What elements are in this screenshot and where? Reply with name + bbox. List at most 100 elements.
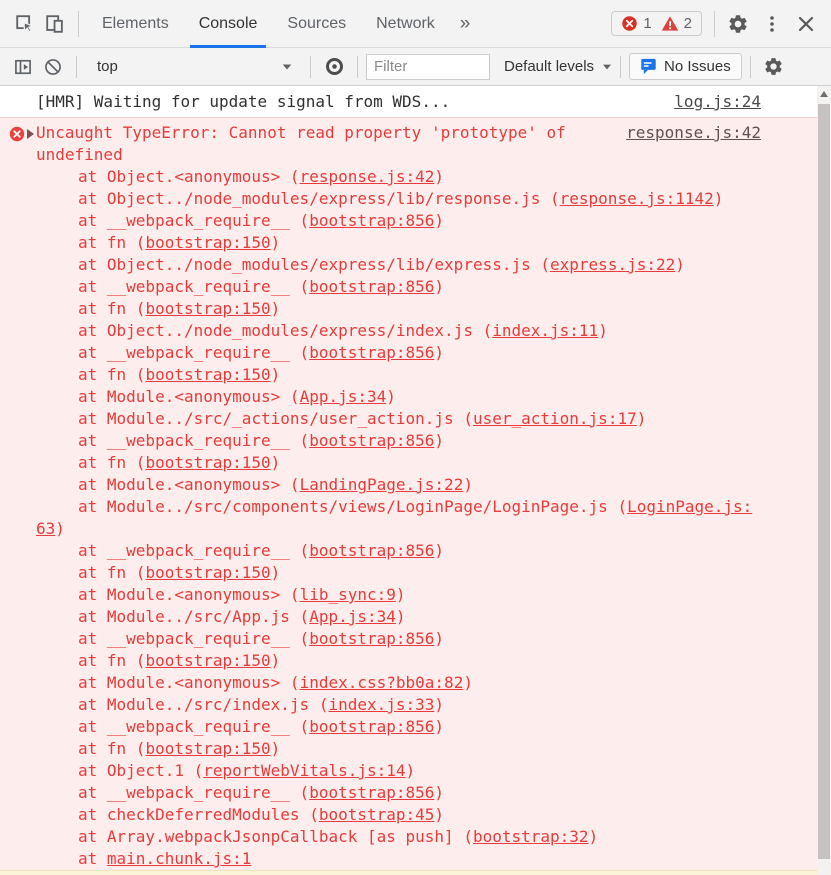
error-warning-badges[interactable]: 1 2 <box>611 11 702 36</box>
stack-frame-text: ) <box>270 453 281 472</box>
stack-source-link[interactable]: bootstrap:32 <box>473 827 589 846</box>
tab-network[interactable]: Network <box>361 0 450 48</box>
stack-source-link[interactable]: bootstrap:150 <box>145 651 270 670</box>
tab-sources[interactable]: Sources <box>272 0 361 48</box>
stack-frame-text: ) <box>270 739 281 758</box>
stack-source-link[interactable]: bootstrap:856 <box>309 277 434 296</box>
stack-frame: at Module.<anonymous> (LandingPage.js:22… <box>36 474 761 496</box>
stack-frame: at Module../src/components/views/LoginPa… <box>36 496 761 518</box>
stack-source-link[interactable]: 63 <box>36 519 55 538</box>
stack-frame-text: ) <box>434 805 445 824</box>
scrollbar-thumb[interactable] <box>818 104 830 859</box>
inspect-element-icon[interactable] <box>10 9 40 39</box>
stack-source-link[interactable]: bootstrap:856 <box>309 431 434 450</box>
log-levels-dropdown[interactable]: Default levels <box>504 58 612 75</box>
stack-frame-text: ) <box>270 365 281 384</box>
stack-source-link[interactable]: bootstrap:856 <box>309 717 434 736</box>
devtools-window: Elements Console Sources Network » 1 2 t… <box>0 0 831 875</box>
stack-frame: at Object../node_modules/express/lib/exp… <box>36 254 761 276</box>
stack-frame-text: ) <box>713 189 724 208</box>
stack-frame: at fn (bootstrap:150) <box>36 364 761 386</box>
stack-source-link[interactable]: bootstrap:150 <box>145 299 270 318</box>
stack-source-link[interactable]: bootstrap:856 <box>309 783 434 802</box>
stack-frame: at __webpack_require__ (bootstrap:856) <box>36 210 761 232</box>
more-tabs-icon[interactable]: » <box>450 0 481 48</box>
stack-source-link[interactable]: App.js:34 <box>300 387 387 406</box>
stack-source-link[interactable]: index.js:11 <box>492 321 598 340</box>
stack-frame-text: at Module.<anonymous> ( <box>78 475 300 494</box>
stack-source-link[interactable]: response.js:1142 <box>560 189 714 208</box>
stack-source-link[interactable]: bootstrap:150 <box>145 453 270 472</box>
stack-source-link[interactable]: index.js:33 <box>328 695 434 714</box>
live-expression-eye-icon[interactable] <box>319 52 349 82</box>
stack-frame: at checkDeferredModules (bootstrap:45) <box>36 804 761 826</box>
vertical-scrollbar[interactable] <box>817 86 831 875</box>
clear-console-icon[interactable] <box>38 52 68 82</box>
stack-frame: at Object../node_modules/express/lib/res… <box>36 188 761 210</box>
stack-frame-text: ) <box>386 387 396 406</box>
stack-frame: at Object.1 (reportWebVitals.js:14) <box>36 760 761 782</box>
stack-source-link[interactable]: App.js:34 <box>309 607 396 626</box>
stack-source-link[interactable]: bootstrap:856 <box>309 211 434 230</box>
stack-source-link[interactable]: LoginPage.js: <box>627 497 752 516</box>
kebab-menu-icon[interactable] <box>757 9 787 39</box>
log-message-text: [HMR] Waiting for update signal from WDS… <box>36 92 451 111</box>
panel-tabs: Elements Console Sources Network » <box>87 0 480 48</box>
stack-source-link[interactable]: LandingPage.js:22 <box>300 475 464 494</box>
stack-frame-text: at <box>78 849 107 868</box>
stack-frame: at fn (bootstrap:150) <box>36 562 761 584</box>
stack-frame-text: ) <box>463 673 473 692</box>
stack-source-link[interactable]: bootstrap:856 <box>309 541 434 560</box>
error-message-line1: Uncaught TypeError: Cannot read property… <box>36 123 566 142</box>
stack-source-link[interactable]: bootstrap:150 <box>145 739 270 758</box>
stack-frame-text: ) <box>434 431 445 450</box>
stack-source-link[interactable]: bootstrap:856 <box>309 343 434 362</box>
expand-triangle-icon[interactable] <box>27 129 34 139</box>
console-toolbar: top Default levels No Issues <box>0 48 831 86</box>
stack-frame-text: ) <box>270 651 281 670</box>
stack-source-link[interactable]: bootstrap:856 <box>309 629 434 648</box>
console-sidebar-icon[interactable] <box>8 52 38 82</box>
stack-source-link[interactable]: user_action.js:17 <box>473 409 637 428</box>
stack-frame: at __webpack_require__ (bootstrap:856) <box>36 540 761 562</box>
stack-frame: at Module../src/App.js (App.js:34) <box>36 606 761 628</box>
stack-source-link[interactable]: bootstrap:150 <box>145 365 270 384</box>
stack-frame: 63) <box>36 518 761 540</box>
no-issues-button[interactable]: No Issues <box>629 53 742 80</box>
stack-frame-text: at __webpack_require__ ( <box>78 629 310 648</box>
log-source-link[interactable]: log.js:24 <box>674 91 761 113</box>
error-source-link[interactable]: response.js:42 <box>614 122 761 144</box>
console-settings-gear-icon[interactable] <box>759 52 789 82</box>
device-toolbar-icon[interactable] <box>40 9 70 39</box>
error-badge-icon <box>622 16 638 31</box>
stack-source-link[interactable]: express.js:22 <box>550 255 675 274</box>
stack-source-link[interactable]: bootstrap:45 <box>319 805 435 824</box>
stack-frame: at Module.<anonymous> (lib_sync:9) <box>36 584 761 606</box>
stack-source-link[interactable]: response.js:42 <box>300 167 435 186</box>
stack-frame-text: at Module.<anonymous> ( <box>78 673 300 692</box>
context-selector-value: top <box>97 58 118 75</box>
warning-row-partial <box>0 870 817 875</box>
execution-context-selector[interactable]: top <box>85 58 302 75</box>
stack-source-link[interactable]: reportWebVitals.js:14 <box>203 761 405 780</box>
stack-source-link[interactable]: bootstrap:150 <box>145 233 270 252</box>
stack-frame: at Module../src/index.js (index.js:33) <box>36 694 761 716</box>
console-log-row: [HMR] Waiting for update signal from WDS… <box>0 86 817 117</box>
tab-elements[interactable]: Elements <box>87 0 184 48</box>
stack-source-link[interactable]: main.chunk.js:1 <box>107 849 252 868</box>
tab-console[interactable]: Console <box>184 0 273 48</box>
stack-frame: at fn (bootstrap:150) <box>36 650 761 672</box>
stack-source-link[interactable]: lib_sync:9 <box>300 585 396 604</box>
stack-frame-text: at Module.<anonymous> ( <box>78 387 300 406</box>
stack-frame-text: at __webpack_require__ ( <box>78 541 310 560</box>
stack-frame-text: ) <box>636 409 647 428</box>
filter-input[interactable] <box>366 53 490 80</box>
stack-source-link[interactable]: index.css?bb0a:82 <box>300 673 464 692</box>
settings-gear-icon[interactable] <box>723 9 753 39</box>
close-icon[interactable] <box>791 9 821 39</box>
scrollbar-up-button[interactable] <box>817 86 831 102</box>
stack-source-link[interactable]: bootstrap:150 <box>145 563 270 582</box>
stack-frame-text: ) <box>270 299 281 318</box>
stack-frame-text: ) <box>270 563 281 582</box>
error-message-header: Uncaught TypeError: Cannot read property… <box>36 122 761 144</box>
